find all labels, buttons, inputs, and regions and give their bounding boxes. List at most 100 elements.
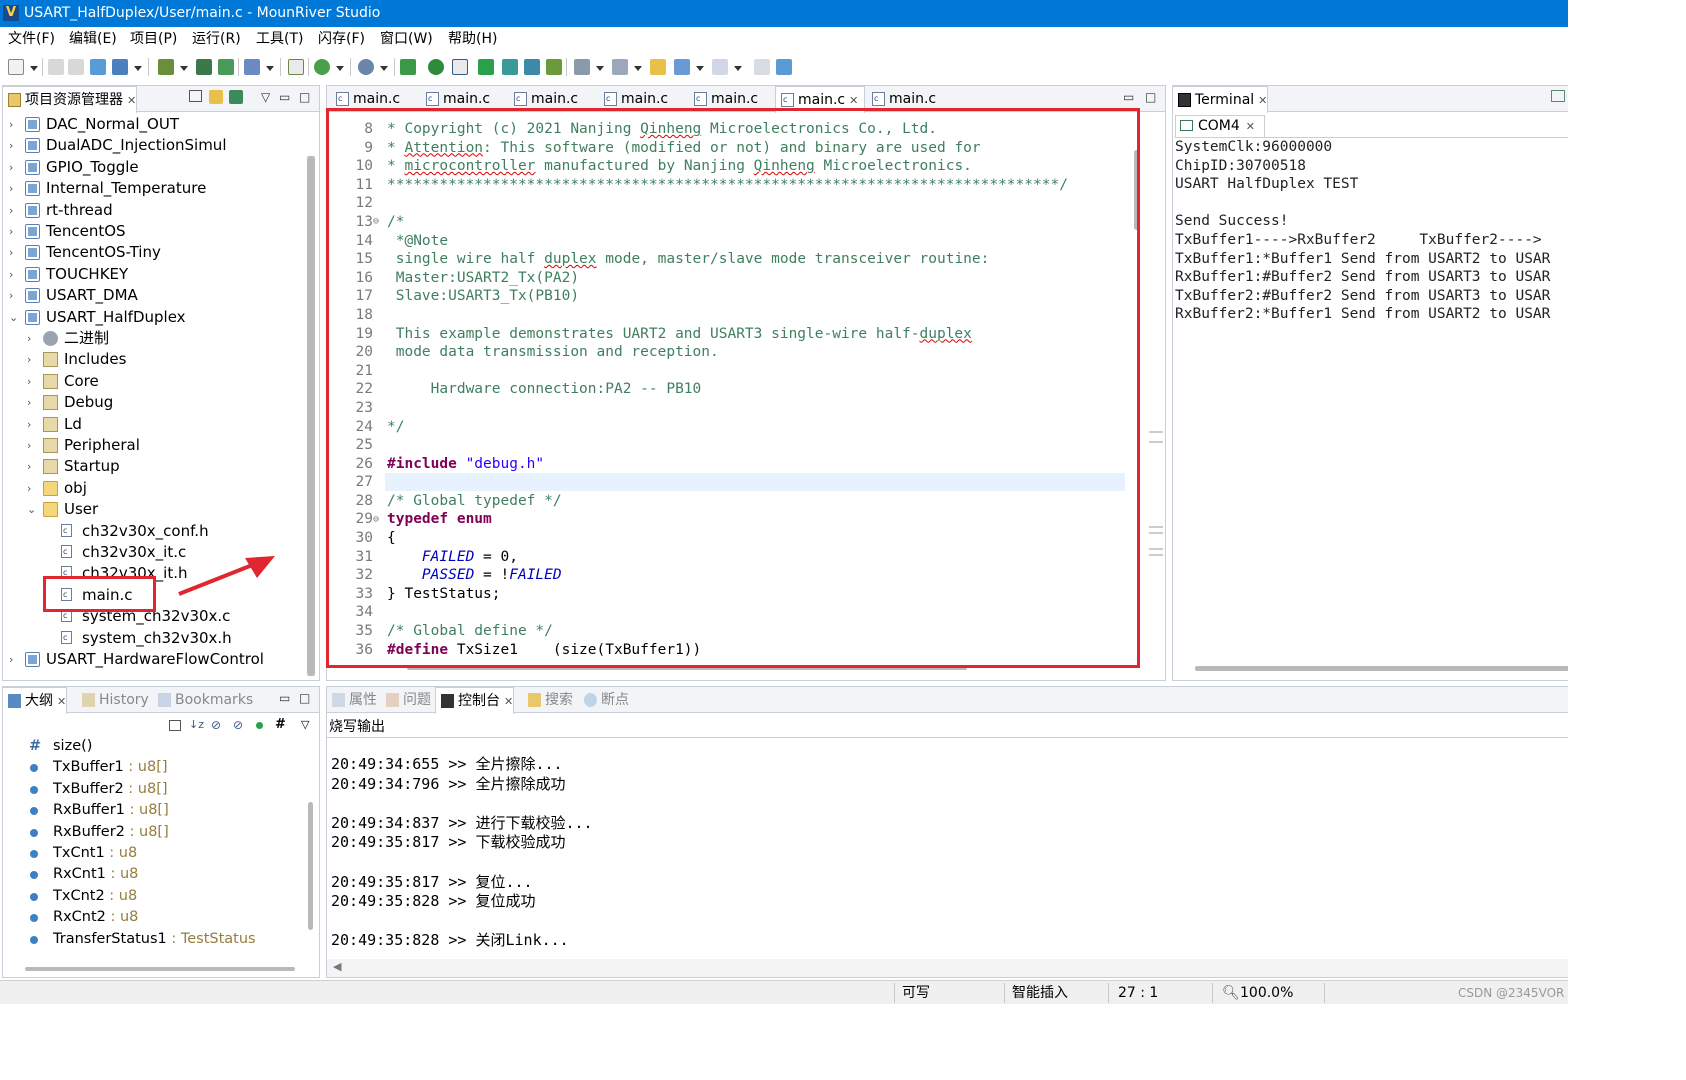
view-menu-icon[interactable]: ▽ [261, 90, 270, 104]
pin-icon[interactable] [754, 59, 770, 75]
annotation-dropdown-icon[interactable] [596, 66, 604, 71]
hide-macros-icon[interactable]: # [275, 717, 286, 732]
collapsed-arrow-icon[interactable]: › [9, 135, 19, 156]
tree-scrollbar[interactable] [307, 156, 315, 676]
search-icon[interactable] [358, 59, 374, 75]
save-all-icon[interactable] [68, 59, 84, 75]
scroll-left-icon[interactable]: ◀ [333, 960, 341, 973]
expanded-arrow-icon[interactable]: ⌄ [27, 499, 37, 520]
project-manager-icon[interactable] [112, 59, 128, 75]
console-hscrollbar[interactable]: ◀ [327, 959, 1568, 977]
project-dropdown-icon[interactable] [134, 66, 142, 71]
new-file-icon[interactable] [8, 59, 24, 75]
menu-tools[interactable]: 工具(T) [256, 27, 303, 51]
close-icon[interactable]: ✕ [127, 94, 136, 107]
collapsed-arrow-icon[interactable]: › [27, 349, 37, 370]
collapsed-arrow-icon[interactable]: › [27, 392, 37, 413]
collapsed-arrow-icon[interactable]: › [9, 649, 19, 670]
tree-scrollbar-thumb[interactable] [307, 156, 315, 676]
menu-run[interactable]: 运行(R) [192, 27, 241, 51]
terminal-view-icon[interactable] [1551, 90, 1565, 102]
forward-icon[interactable] [712, 59, 728, 75]
terminal-output[interactable]: SystemClk:96000000 ChipID:30700518 USART H… [1175, 138, 1550, 324]
back-icon[interactable] [674, 59, 690, 75]
tab-bookmarks[interactable]: Bookmarks [153, 687, 253, 713]
outline-scrollbar[interactable] [307, 802, 315, 932]
maximize-icon[interactable]: □ [299, 90, 310, 104]
download-icon[interactable] [244, 59, 260, 75]
tab-com4[interactable]: COM4 ✕ [1175, 115, 1265, 137]
close-icon[interactable]: ✕ [849, 94, 858, 107]
tab-problems[interactable]: 问题 [381, 687, 431, 713]
collapsed-arrow-icon[interactable]: › [9, 200, 19, 221]
menu-flash[interactable]: 闪存(F) [318, 27, 365, 51]
menu-window[interactable]: 窗口(W) [380, 27, 433, 51]
open-project-icon[interactable] [90, 59, 106, 75]
expanded-arrow-icon[interactable]: ⌄ [9, 307, 19, 328]
new-dropdown-icon[interactable] [30, 66, 38, 71]
edit-icon[interactable] [612, 59, 628, 75]
tab-history[interactable]: History [77, 687, 149, 713]
close-icon[interactable]: ✕ [57, 695, 66, 708]
close-icon[interactable]: ✕ [1258, 94, 1267, 107]
maximize-icon[interactable]: □ [299, 691, 310, 705]
download-dropdown-icon[interactable] [266, 66, 274, 71]
minimize-icon[interactable]: ▭ [1123, 90, 1134, 104]
collapsed-arrow-icon[interactable]: › [9, 114, 19, 135]
terminal-hscrollbar-thumb[interactable] [1195, 666, 1568, 671]
close-icon[interactable]: ✕ [1246, 120, 1255, 133]
console-view-icon[interactable] [288, 59, 304, 75]
step-into-icon[interactable] [502, 59, 518, 75]
menu-help[interactable]: 帮助(H) [448, 27, 497, 51]
menu-project[interactable]: 项目(P) [130, 27, 177, 51]
step-return-icon[interactable] [546, 59, 562, 75]
outline-hscrollbar-thumb[interactable] [25, 967, 295, 971]
collapsed-arrow-icon[interactable]: › [27, 456, 37, 477]
tab-breakpoints[interactable]: 断点 [579, 687, 629, 713]
outline-scrollbar-thumb[interactable] [308, 802, 313, 930]
serial-terminal-icon[interactable] [452, 59, 468, 75]
collapsed-arrow-icon[interactable]: › [9, 221, 19, 242]
back-dropdown-icon[interactable] [696, 66, 704, 71]
run-icon[interactable] [478, 59, 494, 75]
collapsed-arrow-icon[interactable]: › [9, 285, 19, 306]
menu-file[interactable]: 文件(F) [8, 27, 55, 51]
link-editor-icon[interactable] [209, 90, 223, 104]
build-all-icon[interactable] [196, 59, 212, 75]
collapsed-arrow-icon[interactable]: › [27, 478, 37, 499]
collapsed-arrow-icon[interactable]: › [27, 371, 37, 392]
tab-terminal[interactable]: Terminal ✕ [1173, 86, 1269, 113]
zoom-status[interactable]: 100.0% [1240, 982, 1293, 1004]
filter-icon[interactable] [229, 90, 243, 104]
tab-properties[interactable]: 属性 [327, 687, 377, 713]
forward-dropdown-icon[interactable] [734, 66, 742, 71]
debug-icon[interactable] [314, 59, 330, 75]
view-menu-icon[interactable]: ▽ [301, 718, 309, 731]
hide-fields-icon[interactable]: ⊘ [211, 718, 221, 732]
debug-dropdown-icon[interactable] [336, 66, 344, 71]
collapsed-arrow-icon[interactable]: › [9, 242, 19, 263]
save-icon[interactable] [48, 59, 64, 75]
tab-search[interactable]: 搜索 [523, 687, 573, 713]
collapsed-arrow-icon[interactable]: › [27, 435, 37, 456]
search-dropdown-icon[interactable] [380, 66, 388, 71]
annotation-icon[interactable] [574, 59, 590, 75]
tab-outline[interactable]: 大纲 ✕ [3, 687, 68, 714]
rebuild-icon[interactable] [218, 59, 234, 75]
menu-edit[interactable]: 编辑(E) [69, 27, 117, 51]
console-output[interactable]: 20:49:34:655 >> 全片擦除... 20:49:34:796 >> 全… [331, 753, 593, 955]
collapse-all-icon[interactable] [169, 720, 181, 731]
collapsed-arrow-icon[interactable]: › [27, 414, 37, 435]
build-icon[interactable] [158, 59, 174, 75]
sync-icon[interactable] [776, 59, 792, 75]
edit-dropdown-icon[interactable] [634, 66, 642, 71]
step-over-icon[interactable] [524, 59, 540, 75]
maximize-icon[interactable]: □ [1145, 90, 1156, 104]
tab-project-explorer[interactable]: 项目资源管理器 ✕ [3, 86, 138, 113]
verify-icon[interactable] [428, 59, 444, 75]
close-icon[interactable]: ✕ [504, 695, 513, 708]
hide-non-public-icon[interactable] [256, 722, 263, 729]
minimize-icon[interactable]: ▭ [279, 691, 290, 705]
hide-static-icon[interactable]: ⊘ [233, 718, 243, 732]
minimize-icon[interactable]: ▭ [279, 90, 290, 104]
